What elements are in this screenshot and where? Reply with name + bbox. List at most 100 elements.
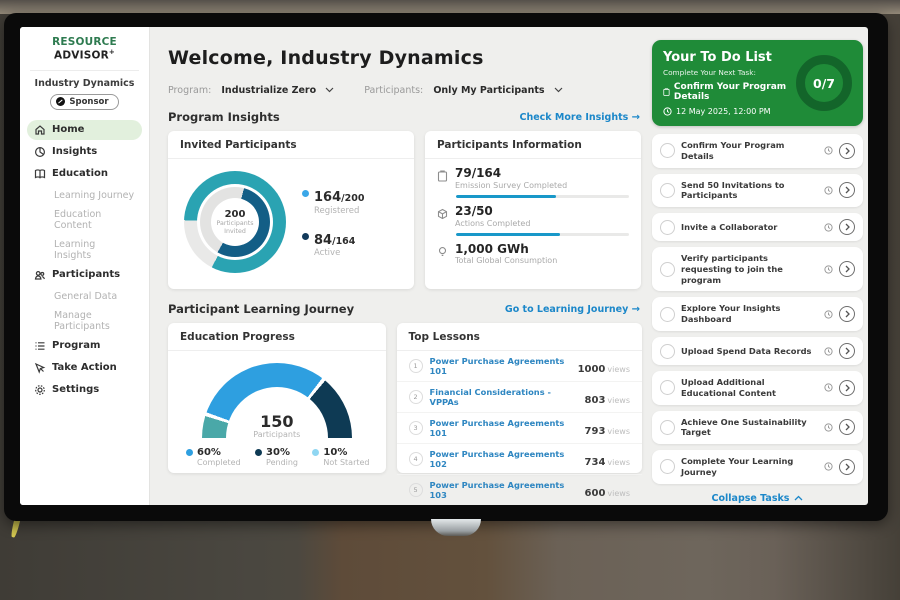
divider [30,70,139,71]
clock-icon [824,423,833,432]
chevron-right-icon[interactable] [839,380,855,396]
clock-icon [824,462,833,471]
task-confirm-program-details[interactable]: Confirm Your Program Details [652,134,863,168]
bulb-icon [437,246,448,258]
sidebar-item-manage-participants[interactable]: Manage Participants [27,306,142,336]
sidebar-item-settings[interactable]: Settings [27,380,142,400]
legend-registered: 164/200 Registered [302,186,364,215]
arrow-right-icon: → [632,304,640,315]
lesson-views: 793 [585,426,606,437]
sidebar-item-learning-journey[interactable]: Learning Journey [27,186,142,205]
stat-label: Total Global Consumption [455,256,557,265]
task-verify-participants[interactable]: Verify participants requesting to join t… [652,247,863,291]
actions-progress-bar [456,233,629,236]
program-filter[interactable]: Program: Industrialize Zero [168,78,334,97]
task-explore-insights[interactable]: Explore Your Insights Dashboard [652,297,863,331]
lesson-link[interactable]: Power Purchase Agreements 103 [430,480,578,500]
task-checkbox[interactable] [660,183,675,198]
sidebar-item-label: Program [52,340,100,351]
invited-participants-body: 200 Participants Invited 164/200 Registe… [168,159,414,273]
check-more-insights-link[interactable]: Check More Insights → [519,112,640,123]
task-label: Verify participants requesting to join t… [681,253,818,285]
lesson-link[interactable]: Power Purchase Agreements 101 [430,356,571,376]
sidebar-item-education-content[interactable]: Education Content [27,205,142,235]
legend-pct: 30% [266,447,290,458]
task-checkbox[interactable] [660,344,675,359]
go-to-learning-journey-link[interactable]: Go to Learning Journey → [505,304,640,315]
task-checkbox[interactable] [660,380,675,395]
task-upload-educational-content[interactable]: Upload Additional Educational Content [652,371,863,405]
lesson-rank: 1 [409,359,423,373]
chevron-right-icon[interactable] [839,143,855,159]
lesson-row: 3 Power Purchase Agreements 101 793views [397,413,642,444]
sponsor-badge[interactable]: Sponsor [50,94,118,110]
legend-dot-active [302,233,309,240]
chevron-right-icon[interactable] [839,306,855,322]
sidebar-item-participants[interactable]: Participants [27,265,142,285]
clock-icon [824,223,833,232]
lesson-row: 1 Power Purchase Agreements 101 1000view… [397,351,642,382]
lesson-row: 4 Power Purchase Agreements 102 734views [397,444,642,475]
lesson-link[interactable]: Power Purchase Agreements 102 [430,449,578,469]
task-checkbox[interactable] [660,220,675,235]
sidebar-item-program[interactable]: Program [27,336,142,356]
stat-value: 23/50 [455,205,530,219]
link-label: Check More Insights [519,112,628,123]
chevron-right-icon[interactable] [839,182,855,198]
link-label: Go to Learning Journey [505,304,628,315]
lesson-rank: 4 [409,452,423,466]
task-checkbox[interactable] [660,262,675,277]
task-invite-collaborator[interactable]: Invite a Collaborator [652,213,863,241]
task-label: Confirm Your Program Details [681,140,818,162]
page-title: Welcome, Industry Dynamics [168,47,642,69]
legend-total: /164 [332,236,355,247]
lesson-rank: 2 [409,390,423,404]
task-checkbox[interactable] [660,143,675,158]
clock-icon [824,265,833,274]
participants-filter[interactable]: Participants: Only My Participants [364,78,562,97]
donut-legend: 164/200 Registered 84/164 Active [302,186,364,258]
task-upload-spend-data[interactable]: Upload Spend Data Records [652,337,863,365]
lesson-views-label: views [607,365,630,374]
sidebar-item-learning-insights[interactable]: Learning Insights [27,235,142,265]
stat-actions-completed: 23/50 Actions Completed [437,205,629,228]
chevron-right-icon[interactable] [839,219,855,235]
participants-information-body: 79/164 Emission Survey Completed 23/50 A… [425,159,641,265]
lesson-link[interactable]: Power Purchase Agreements 101 [430,418,578,438]
task-achieve-sustainability-target[interactable]: Achieve One Sustainability Target [652,411,863,445]
clock-icon [824,310,833,319]
task-complete-learning-journey[interactable]: Complete Your Learning Journey [652,450,863,484]
sidebar-item-take-action[interactable]: Take Action [27,358,142,378]
filters-row: Program: Industrialize Zero Participants… [168,78,642,97]
todo-task-list: Confirm Your Program Details Send 50 Inv… [652,134,863,484]
collapse-tasks-button[interactable]: Collapse Tasks [652,493,863,504]
task-checkbox[interactable] [660,420,675,435]
program-icon [34,340,46,352]
lesson-views-label: views [607,489,630,498]
stat-total-consumption: 1,000 GWh Total Global Consumption [437,243,629,266]
main-content: Welcome, Industry Dynamics Program: Indu… [150,27,652,505]
org-name: Industry Dynamics [20,78,149,89]
sidebar-item-education[interactable]: Education [27,164,142,184]
lesson-link[interactable]: Financial Considerations - VPPAs [430,387,578,407]
task-send-invitations[interactable]: Send 50 Invitations to Participants [652,174,863,208]
chevron-right-icon[interactable] [839,419,855,435]
task-checkbox[interactable] [660,307,675,322]
legend-label: Active [314,248,355,258]
legend-completed: 60% Completed [186,447,241,467]
chevron-right-icon[interactable] [839,343,855,359]
lesson-views: 600 [585,488,606,499]
sidebar-item-general-data[interactable]: General Data [27,287,142,306]
sidebar-item-insights[interactable]: Insights [27,142,142,162]
stat-value: 1,000 GWh [455,243,557,257]
legend-value: 164 [314,190,341,205]
todo-due-date: 12 May 2025, 12:00 PM [663,107,790,116]
learning-journey-header: Participant Learning Journey Go to Learn… [168,302,640,316]
task-checkbox[interactable] [660,459,675,474]
sidebar-item-label: Settings [52,384,99,395]
chevron-right-icon[interactable] [839,261,855,277]
lesson-row: 5 Power Purchase Agreements 103 600views [397,475,642,505]
sidebar-item-home[interactable]: Home [27,120,142,140]
chevron-right-icon[interactable] [839,459,855,475]
todo-progress-value: 0/7 [813,76,835,91]
